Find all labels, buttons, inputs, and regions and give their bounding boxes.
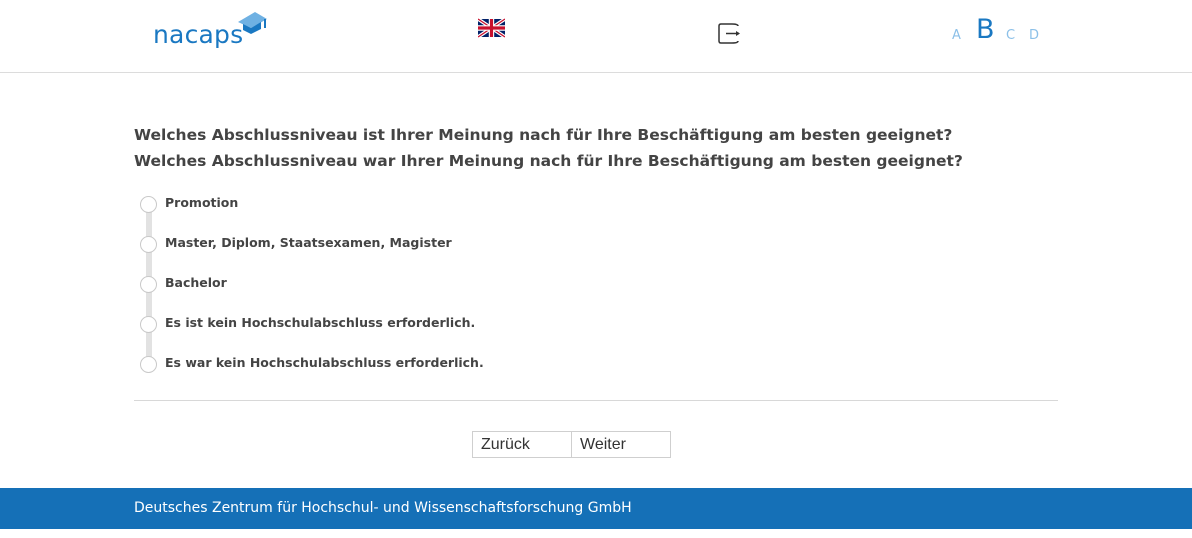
option-no-degree-required-past[interactable]: Es war kein Hochschulabschluss erforderl… xyxy=(140,354,620,374)
font-size-c[interactable]: C xyxy=(1006,28,1015,43)
question-line-2: Welches Abschlussniveau war Ihrer Meinun… xyxy=(134,152,963,170)
radio-button[interactable] xyxy=(140,316,157,333)
option-master[interactable]: Master, Diplom, Staatsexamen, Magister xyxy=(140,234,620,254)
question-line-1: Welches Abschlussniveau ist Ihrer Meinun… xyxy=(134,126,953,144)
radio-button[interactable] xyxy=(140,276,157,293)
option-label: Promotion xyxy=(165,195,239,210)
nacaps-logo[interactable]: nacaps xyxy=(153,8,273,52)
option-label: Bachelor xyxy=(165,275,227,290)
answer-options: Promotion Master, Diplom, Staatsexamen, … xyxy=(140,194,640,374)
next-button[interactable]: Weiter xyxy=(572,431,671,458)
font-size-b[interactable]: B xyxy=(976,14,995,45)
font-size-d[interactable]: D xyxy=(1029,28,1039,43)
option-no-degree-required-present[interactable]: Es ist kein Hochschulabschluss erforderl… xyxy=(140,314,620,334)
option-promotion[interactable]: Promotion xyxy=(140,194,620,214)
graduation-cap-icon xyxy=(238,12,267,34)
option-label: Es ist kein Hochschulabschluss erforderl… xyxy=(165,315,476,330)
option-bachelor[interactable]: Bachelor xyxy=(140,274,620,294)
question-text: Welches Abschlussniveau ist Ihrer Meinun… xyxy=(134,122,1074,174)
radio-button[interactable] xyxy=(140,356,157,373)
header: nacaps A B C D xyxy=(0,0,1192,73)
radio-button[interactable] xyxy=(140,196,157,213)
uk-flag-icon[interactable] xyxy=(478,18,505,38)
navigation-buttons: Zurück Weiter xyxy=(472,431,671,458)
footer-text: Deutsches Zentrum für Hochschul- und Wis… xyxy=(134,500,632,516)
footer: Deutsches Zentrum für Hochschul- und Wis… xyxy=(0,488,1192,529)
option-label: Master, Diplom, Staatsexamen, Magister xyxy=(165,235,452,250)
option-label: Es war kein Hochschulabschluss erforderl… xyxy=(165,355,484,370)
font-size-a[interactable]: A xyxy=(952,28,961,43)
logout-icon[interactable] xyxy=(718,23,741,44)
radio-button[interactable] xyxy=(140,236,157,253)
logo-text: nacaps xyxy=(153,20,244,49)
back-button[interactable]: Zurück xyxy=(472,431,572,458)
divider xyxy=(134,400,1058,401)
font-size-switcher: A B C D xyxy=(952,14,1052,48)
